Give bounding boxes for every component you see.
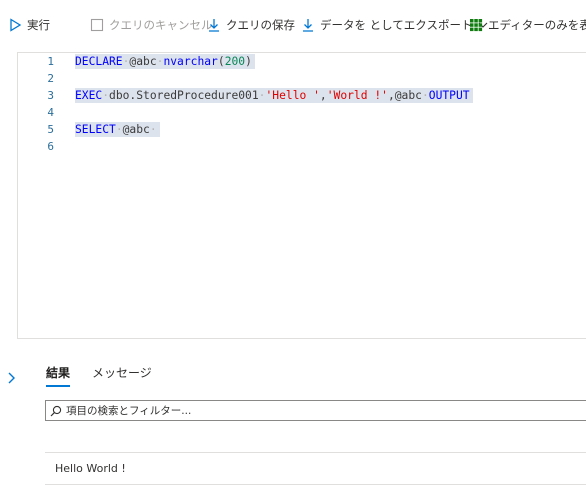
export-data-button[interactable]: データを としてエクスポート <box>301 14 488 36</box>
line-number: 6 <box>47 140 54 153</box>
play-icon <box>10 18 22 32</box>
code-line-5: SELECT·@abc· <box>75 122 160 137</box>
show-editor-only-label: エディターのみを表示 <box>488 18 586 32</box>
editor-line: 1 DECLARE·@abc·nvarchar(200) <box>18 53 255 70</box>
editor-line: 5 SELECT·@abc· <box>18 121 160 138</box>
row-divider <box>45 484 586 485</box>
editor-line: 6 <box>18 138 54 155</box>
line-number: 5 <box>47 123 54 136</box>
line-number: 2 <box>47 72 54 85</box>
run-label: 実行 <box>27 18 50 32</box>
tab-messages[interactable]: メッセージ <box>92 365 152 387</box>
chevron-right-icon[interactable] <box>5 371 19 385</box>
save-query-button[interactable]: クエリの保存 <box>207 14 295 36</box>
code-line-1: DECLARE·@abc·nvarchar(200) <box>75 54 255 69</box>
line-number: 1 <box>47 55 54 68</box>
filter-input[interactable] <box>66 404 566 417</box>
cancel-query-label: クエリのキャンセル <box>109 18 213 32</box>
export-data-label: データを としてエクスポート <box>320 18 473 32</box>
editor-line: 2 <box>18 70 54 87</box>
cancel-query-button[interactable]: クエリのキャンセル <box>90 14 213 36</box>
download-icon <box>209 19 219 32</box>
run-button[interactable]: 実行 <box>8 14 50 36</box>
grid-header-divider <box>45 452 586 453</box>
line-number: 3 <box>47 89 54 102</box>
grid-icon <box>470 19 483 32</box>
filter-box <box>45 400 586 421</box>
query-toolbar: 実行 クエリのキャンセル クエリの保存 データを としてエクスポート エディター… <box>0 0 586 52</box>
query-editor[interactable]: 1 DECLARE·@abc·nvarchar(200) 2 3 EXEC·db… <box>17 52 586 339</box>
result-cell[interactable]: Hello World ! <box>55 462 126 475</box>
tab-results[interactable]: 結果 <box>46 365 71 387</box>
save-query-label: クエリの保存 <box>226 18 295 32</box>
stop-icon <box>90 18 104 32</box>
download-icon <box>303 19 313 32</box>
editor-line: 4 <box>18 104 54 121</box>
line-number: 4 <box>47 106 54 119</box>
code-line-3: EXEC·dbo.StoredProcedure001·'Hello ','Wo… <box>75 88 473 103</box>
search-icon <box>50 405 62 416</box>
show-editor-only-button[interactable]: エディターのみを表示 <box>469 14 586 36</box>
editor-line: 3 EXEC·dbo.StoredProcedure001·'Hello ','… <box>18 87 473 104</box>
